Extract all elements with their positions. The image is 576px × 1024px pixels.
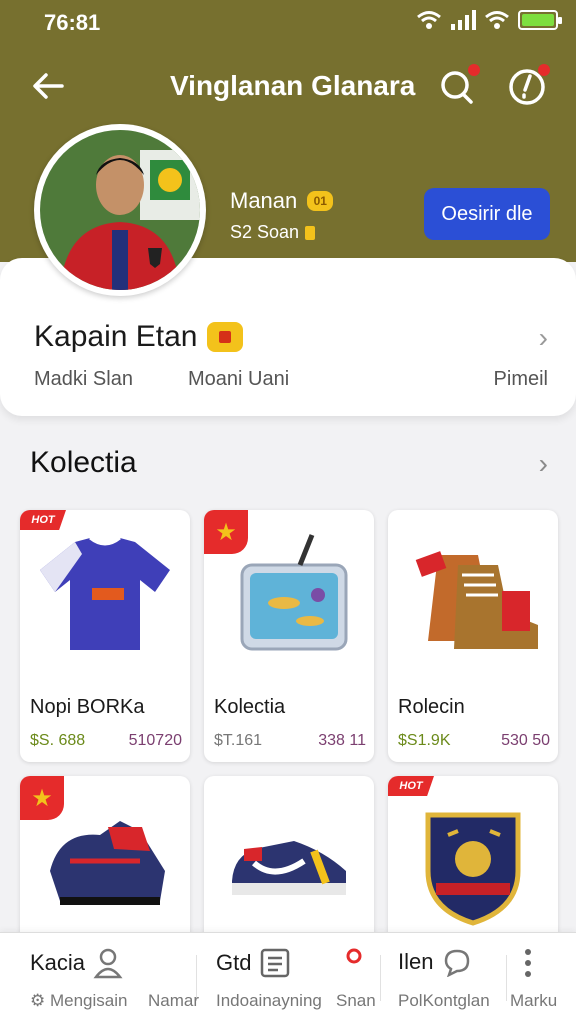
club-crest-icon bbox=[388, 776, 558, 946]
user-icon bbox=[93, 948, 123, 979]
divider bbox=[380, 955, 381, 1001]
chevron-right-icon[interactable]: › bbox=[539, 322, 548, 354]
card-link[interactable]: Pimeil bbox=[494, 368, 548, 391]
bottom-nav-sublabel: Snan bbox=[336, 991, 376, 1010]
product-card[interactable]: HOT Nopi BORKa $S. 688 510720 bbox=[20, 510, 190, 762]
chevron-right-icon[interactable]: › bbox=[539, 448, 548, 480]
jersey-icon bbox=[20, 510, 190, 680]
divider bbox=[506, 955, 507, 1001]
wifi-icon bbox=[485, 11, 509, 29]
battery-level bbox=[522, 14, 554, 26]
product-alt-price: 338 11 bbox=[318, 732, 366, 749]
arrow-left-icon[interactable] bbox=[28, 66, 68, 106]
product-name: Nopi BORKa bbox=[30, 696, 145, 718]
status-icons bbox=[416, 10, 562, 30]
product-alt-price: 530 50 bbox=[501, 732, 550, 749]
hot-tag: HOT bbox=[388, 776, 434, 796]
coin-icon bbox=[305, 225, 316, 240]
product-card[interactable]: Rolecin $S1.9K 530 50 bbox=[388, 510, 558, 762]
card-link[interactable]: Moani Uani bbox=[188, 368, 289, 391]
product-alt-price: 510720 bbox=[128, 732, 182, 749]
avatar-image bbox=[40, 130, 200, 290]
bottom-nav-sublabel-text: Mengisain bbox=[49, 991, 128, 1010]
bottom-nav: Kacia Gtd Ilen ⚙ Mengisain Namar Indoain… bbox=[0, 932, 576, 1024]
notification-dot bbox=[538, 64, 550, 76]
profile-subtitle: S2 Soan bbox=[230, 222, 316, 243]
profile-action-button[interactable]: Oesirir dle bbox=[424, 188, 550, 240]
badge-icon bbox=[207, 322, 244, 352]
product-name: Rolecin bbox=[398, 696, 465, 718]
bottom-nav-item[interactable]: Ilen bbox=[398, 947, 473, 977]
boots-icon bbox=[388, 510, 558, 680]
product-price: $S1.9K bbox=[398, 732, 451, 749]
bottom-nav-item[interactable]: Gtd bbox=[216, 947, 291, 979]
avatar[interactable] bbox=[34, 124, 206, 296]
location-icon bbox=[346, 948, 362, 964]
wifi-icon bbox=[417, 11, 441, 29]
search-button[interactable] bbox=[436, 64, 480, 108]
notification-dot bbox=[468, 64, 480, 76]
bottom-nav-label: Ilen bbox=[398, 949, 434, 974]
more-button[interactable] bbox=[522, 947, 534, 979]
coin-badge: 01 bbox=[307, 191, 334, 211]
star-tag-icon: ★ bbox=[20, 776, 64, 820]
card-link[interactable]: Madki Slan bbox=[34, 368, 133, 391]
profile-name: Manan 01 bbox=[230, 188, 334, 214]
gear-icon: ⚙ bbox=[30, 991, 46, 1010]
document-icon bbox=[261, 948, 290, 978]
card-title: Kapain Etan bbox=[34, 320, 244, 354]
star-tag-icon: ★ bbox=[204, 510, 248, 554]
bottom-nav-sublabel: Indoainayning bbox=[216, 991, 322, 1010]
product-price: $S. 688 bbox=[30, 732, 86, 749]
profile-name-text: Manan bbox=[230, 188, 298, 213]
product-name: Kolectia bbox=[214, 696, 286, 718]
page-title: Vinglanan Glanara bbox=[170, 70, 416, 101]
profile-subtitle-text: S2 Soan bbox=[230, 222, 300, 242]
section-title: Kolectia bbox=[30, 446, 137, 479]
product-card[interactable]: ★ Kolectia $T.161 338 11 bbox=[204, 510, 374, 762]
alert-button[interactable] bbox=[506, 64, 550, 108]
chat-icon bbox=[445, 949, 470, 977]
product-price: $T.161 bbox=[214, 732, 263, 749]
signal-icon bbox=[451, 10, 476, 30]
bottom-nav-label: Kacia bbox=[30, 950, 86, 975]
status-time: 76:81 bbox=[44, 10, 101, 35]
bottom-nav-sublabel: Marku bbox=[510, 991, 558, 1010]
bottom-nav-label: Gtd bbox=[216, 950, 252, 975]
battery-icon bbox=[518, 10, 562, 30]
bottom-nav-sublabel: ⚙ Mengisain bbox=[30, 991, 127, 1011]
bottom-nav-item[interactable]: Kacia bbox=[30, 947, 123, 979]
more-vertical-icon bbox=[525, 949, 531, 977]
player-portrait-icon bbox=[40, 130, 200, 290]
status-bar: 76:81 bbox=[0, 0, 576, 44]
hot-tag: HOT bbox=[20, 510, 66, 530]
bottom-nav-sublabel: Namar bbox=[148, 991, 200, 1010]
sneaker-icon bbox=[204, 776, 374, 946]
card-title-text: Kapain Etan bbox=[34, 320, 198, 353]
bottom-nav-item[interactable] bbox=[344, 947, 364, 971]
bottom-nav-sublabel: PolKontglan bbox=[398, 991, 490, 1010]
